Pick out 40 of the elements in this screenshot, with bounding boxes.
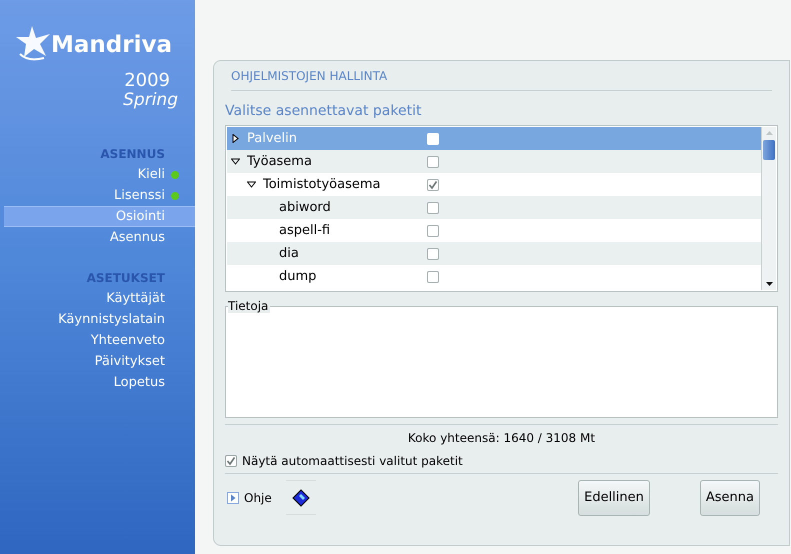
expand-icon[interactable] xyxy=(231,134,240,143)
scroll-thumb[interactable] xyxy=(763,140,775,160)
version-edition: Spring xyxy=(123,90,178,108)
logo-text: Mandriva xyxy=(51,31,172,60)
sidebar-item[interactable]: Asennus xyxy=(0,227,195,248)
info-label: Tietoja xyxy=(228,299,270,313)
section-title: Valitse asennettavat paketit xyxy=(225,102,422,121)
checkbox[interactable] xyxy=(427,156,439,168)
panel-title: OHJELMISTOJEN HALLINTA xyxy=(231,68,388,84)
tree-label: dia xyxy=(279,244,299,263)
sidebar-item[interactable]: Käyttäjät xyxy=(0,288,195,309)
checkbox-label[interactable]: Näytä automaattisesti valitut paketit xyxy=(242,452,463,470)
tree-row[interactable]: dia xyxy=(227,242,761,265)
sidebar-item[interactable]: Päivitykset xyxy=(0,351,195,372)
checkbox[interactable] xyxy=(427,224,439,236)
sidebar-item[interactable]: Käynnistyslatain xyxy=(0,309,195,330)
tree-row[interactable]: abiword xyxy=(227,196,761,219)
checkbox[interactable] xyxy=(427,248,439,260)
tree-label: aspell-fi xyxy=(279,222,330,240)
help-button[interactable]: Ohje xyxy=(227,488,272,506)
checkbox[interactable] xyxy=(427,178,439,190)
tree-label: Toimistotyöasema xyxy=(263,176,381,194)
tree-label: Palvelin xyxy=(247,130,297,148)
collapse-icon[interactable] xyxy=(247,180,256,189)
version-year: 2009 xyxy=(124,70,170,90)
tree-label: dump xyxy=(279,268,316,286)
tree-row[interactable]: Työasema xyxy=(227,150,761,173)
tree-label: Työasema xyxy=(247,152,312,171)
sidebar-item[interactable]: Lopetus xyxy=(0,372,195,393)
nav-button[interactable]: Edellinen xyxy=(578,480,650,516)
collapse-icon[interactable] xyxy=(231,157,240,166)
scrollbar[interactable] xyxy=(761,127,776,290)
sidebar-item[interactable]: Yhteenveto xyxy=(0,330,195,351)
nav-button[interactable]: Asenna xyxy=(700,480,760,516)
tree-label: abiword xyxy=(279,198,331,217)
section-heading: ASENNUS xyxy=(100,146,165,163)
checkbox[interactable] xyxy=(427,270,439,282)
checkbox[interactable] xyxy=(225,454,237,466)
total-size-text: Koko yhteensä: 1640 / 3108 Mt xyxy=(408,430,596,446)
checkbox[interactable] xyxy=(427,202,439,214)
